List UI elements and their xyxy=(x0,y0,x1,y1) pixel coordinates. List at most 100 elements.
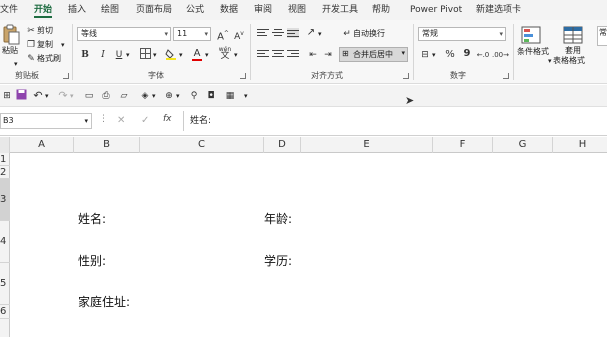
italic-button[interactable]: I xyxy=(96,48,110,62)
tab-data[interactable]: 数据 xyxy=(220,0,238,20)
align-bottom-icon[interactable] xyxy=(287,28,299,38)
column-header[interactable]: D xyxy=(264,137,301,153)
format-as-table-label-2[interactable]: 表格格式 xyxy=(553,55,585,67)
customize-qat-icon[interactable]: ▾ xyxy=(244,90,248,102)
number-launcher-icon[interactable] xyxy=(503,73,509,79)
font-launcher-icon[interactable] xyxy=(240,73,246,79)
conditional-format-button[interactable]: 条件格式 xyxy=(517,46,549,58)
calculator-icon[interactable]: ▦ xyxy=(223,89,237,103)
cut-icon[interactable]: ✂ xyxy=(24,24,38,38)
alignment-launcher-icon[interactable] xyxy=(403,73,409,79)
underline-dropdown-icon[interactable]: ▾ xyxy=(126,49,130,61)
row-header[interactable]: 2 xyxy=(0,166,10,179)
font-size-select[interactable]: 11 ▾ xyxy=(173,27,211,41)
phonetic-icon[interactable]: wén 文 xyxy=(218,46,232,61)
decrease-indent-icon[interactable]: ⇤ xyxy=(306,48,320,62)
fill-dropdown-icon[interactable]: ▾ xyxy=(179,49,183,61)
font-color-icon[interactable]: A xyxy=(190,47,204,61)
bold-button[interactable]: B xyxy=(78,48,92,62)
shapes-icon[interactable]: ⊕ xyxy=(162,89,176,103)
cell-b5[interactable]: 家庭住址: xyxy=(78,293,130,310)
increase-indent-icon[interactable]: ⇥ xyxy=(321,48,335,62)
tab-developer[interactable]: 开发工具 xyxy=(322,0,358,20)
font-name-select[interactable]: 等线 ▾ xyxy=(77,27,171,41)
cell-d4[interactable]: 学历: xyxy=(264,252,292,269)
format-as-table-icon[interactable] xyxy=(563,26,583,44)
tab-formulas[interactable]: 公式 xyxy=(186,0,204,20)
border-icon[interactable] xyxy=(138,48,152,62)
redo-icon[interactable]: ↷ xyxy=(56,89,70,103)
format-painter-button[interactable]: 格式刷 xyxy=(37,53,61,65)
increase-decimal-icon[interactable]: ←.0 xyxy=(476,48,490,62)
column-header[interactable]: A xyxy=(10,137,74,153)
fill-color-icon[interactable] xyxy=(164,48,178,62)
copy-dropdown-icon[interactable]: ▾ xyxy=(61,39,65,51)
align-middle-icon[interactable] xyxy=(272,29,284,39)
grow-font-icon[interactable]: A^ xyxy=(216,27,230,42)
orientation-icon[interactable]: ↗ xyxy=(304,26,318,40)
fill-qat-dropdown-icon[interactable]: ▾ xyxy=(152,90,156,102)
column-header[interactable]: E xyxy=(301,137,433,153)
column-header[interactable]: F xyxy=(433,137,493,153)
cell-d3[interactable]: 年龄: xyxy=(264,210,292,227)
border-dropdown-icon[interactable]: ▾ xyxy=(153,49,157,61)
tab-page-layout[interactable]: 页面布局 xyxy=(136,0,172,20)
row-header[interactable]: 5 xyxy=(0,263,10,305)
cut-button[interactable]: 剪切 xyxy=(37,25,53,37)
conditional-format-icon[interactable] xyxy=(521,26,543,44)
name-box[interactable]: B3 ▾ xyxy=(0,113,92,129)
camera-icon[interactable]: ◘ xyxy=(204,89,218,103)
phonetic-dropdown-icon[interactable]: ▾ xyxy=(234,49,238,61)
column-header[interactable]: B xyxy=(74,137,140,153)
currency-icon[interactable]: ⊟ xyxy=(418,48,432,62)
comment-icon[interactable]: ▭ xyxy=(82,89,96,103)
formula-bar-resize-icon[interactable]: ⋮ xyxy=(99,114,108,124)
conditional-format-dropdown-icon[interactable]: ▾ xyxy=(548,55,552,67)
row-header[interactable]: 6 xyxy=(0,305,10,319)
tab-help[interactable]: 帮助 xyxy=(372,0,390,20)
tab-new-tab[interactable]: 新建选项卡 xyxy=(476,0,521,20)
comma-button[interactable]: 9 xyxy=(460,47,474,61)
cell-b4[interactable]: 性别: xyxy=(78,252,106,269)
enter-button[interactable]: ✓ xyxy=(141,115,149,126)
undo-icon[interactable]: ↶ xyxy=(31,89,45,103)
font-color-dropdown-icon[interactable]: ▾ xyxy=(205,49,209,61)
row-header[interactable]: 4 xyxy=(0,221,10,263)
cancel-button[interactable]: ✕ xyxy=(117,115,125,126)
orientation-dropdown-icon[interactable]: ▾ xyxy=(318,28,322,40)
column-header[interactable]: H xyxy=(553,137,607,153)
cell-b3[interactable]: 姓名: xyxy=(78,210,106,227)
tab-insert[interactable]: 插入 xyxy=(68,0,86,20)
align-right-icon[interactable] xyxy=(287,50,299,60)
print-preview-icon[interactable]: ⎙ xyxy=(99,89,113,103)
tab-draw[interactable]: 绘图 xyxy=(101,0,119,20)
formula-input[interactable]: 姓名: xyxy=(190,113,211,129)
grid-icon[interactable]: ⊞ xyxy=(0,89,14,103)
merge-center-button[interactable]: ⊞ 合并后居中 ▾ xyxy=(339,47,408,62)
wrap-text-icon[interactable]: ↵ xyxy=(340,27,354,41)
insert-function-button[interactable]: fx xyxy=(163,114,172,124)
clipboard-launcher-icon[interactable] xyxy=(63,73,69,79)
paste-dropdown-icon[interactable]: ▾ xyxy=(14,58,18,70)
shapes-dropdown-icon[interactable]: ▾ xyxy=(176,90,180,102)
tab-power-pivot[interactable]: Power Pivot xyxy=(410,0,462,20)
column-header[interactable]: G xyxy=(493,137,553,153)
align-center-icon[interactable] xyxy=(272,50,284,60)
tab-file[interactable]: 文件 xyxy=(0,0,18,20)
format-painter-icon[interactable]: ✎ xyxy=(24,52,38,66)
align-top-icon[interactable] xyxy=(257,29,269,39)
shrink-font-icon[interactable]: Av xyxy=(232,27,246,42)
underline-button[interactable]: U xyxy=(112,48,126,62)
currency-dropdown-icon[interactable]: ▾ xyxy=(432,49,436,61)
copy-button[interactable]: 复制 xyxy=(37,39,53,51)
save-icon[interactable] xyxy=(14,89,28,103)
row-header[interactable]: 1 xyxy=(0,153,10,166)
number-format-select[interactable]: 常规 ▾ xyxy=(418,27,506,41)
copy-icon[interactable]: ❐ xyxy=(24,38,38,52)
cell-style-normal[interactable]: 常 xyxy=(597,26,607,46)
tab-view[interactable]: 视图 xyxy=(288,0,306,20)
select-all-corner[interactable] xyxy=(0,137,10,153)
open-folder-icon[interactable]: ▱ xyxy=(117,89,131,103)
undo-dropdown-icon[interactable]: ▾ xyxy=(45,90,49,102)
row-header-selected[interactable]: 3 xyxy=(0,179,10,221)
